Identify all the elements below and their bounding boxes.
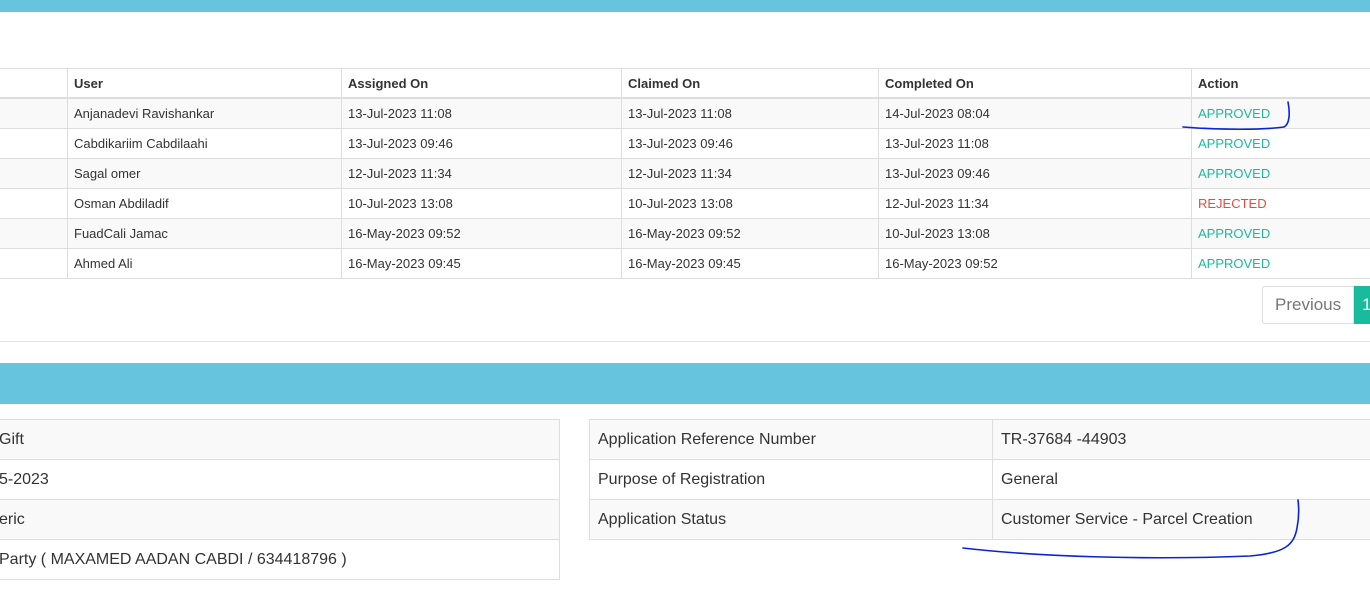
table-row: FuadCali Jamac 16-May-2023 09:52 16-May-… — [0, 219, 1370, 249]
column-header-action[interactable]: Action — [1191, 69, 1370, 97]
application-status-label: Application Status — [590, 500, 993, 539]
detail-value: eric — [0, 510, 25, 528]
completed-on-cell: 12-Jul-2023 11:34 — [878, 189, 1191, 218]
column-header-assigned-on[interactable]: Assigned On — [341, 69, 621, 97]
pagination: Previous 1 — [1262, 286, 1370, 324]
detail-row: Purpose of Registration General — [590, 460, 1370, 500]
action-status-cell: APPROVED — [1191, 159, 1370, 188]
page-button-current[interactable]: 1 — [1354, 286, 1370, 324]
application-reference-value: TR-37684 -44903 — [1001, 430, 1127, 448]
assigned-on-cell: 16-May-2023 09:45 — [341, 249, 621, 278]
application-status-value: Customer Service - Parcel Creation — [1001, 510, 1253, 528]
row-blank-cell — [0, 129, 67, 158]
detail-value: Gift — [0, 430, 24, 448]
user-cell: Cabdikariim Cabdilaahi — [67, 129, 341, 158]
action-status-cell: REJECTED — [1191, 189, 1370, 218]
table-header-row: User Assigned On Claimed On Completed On… — [0, 68, 1370, 99]
claimed-on-cell: 16-May-2023 09:52 — [621, 219, 878, 248]
completed-on-cell: 13-Jul-2023 11:08 — [878, 129, 1191, 158]
action-status-cell: APPROVED — [1191, 249, 1370, 278]
assigned-on-cell: 13-Jul-2023 11:08 — [341, 99, 621, 128]
row-blank-cell — [0, 189, 67, 218]
purpose-of-registration-label: Purpose of Registration — [590, 460, 993, 499]
claimed-on-cell: 16-May-2023 09:45 — [621, 249, 878, 278]
detail-row: eric — [0, 500, 559, 540]
table-row: Anjanadevi Ravishankar 13-Jul-2023 11:08… — [0, 99, 1370, 129]
assigned-on-cell: 10-Jul-2023 13:08 — [341, 189, 621, 218]
completed-on-cell: 13-Jul-2023 09:46 — [878, 159, 1191, 188]
row-blank-cell — [0, 249, 67, 278]
claimed-on-cell: 13-Jul-2023 11:08 — [621, 99, 878, 128]
assigned-on-cell: 16-May-2023 09:52 — [341, 219, 621, 248]
application-details-table: Application Reference Number TR-37684 -4… — [589, 419, 1370, 540]
top-header-band — [0, 0, 1370, 12]
column-header-blank — [0, 69, 67, 97]
row-blank-cell — [0, 99, 67, 128]
action-status-cell: APPROVED — [1191, 219, 1370, 248]
column-header-completed-on[interactable]: Completed On — [878, 69, 1191, 97]
action-status-cell: APPROVED — [1191, 129, 1370, 158]
section-divider — [0, 341, 1370, 342]
user-cell: FuadCali Jamac — [67, 219, 341, 248]
completed-on-cell: 10-Jul-2023 13:08 — [878, 219, 1191, 248]
row-blank-cell — [0, 159, 67, 188]
previous-page-button[interactable]: Previous — [1262, 286, 1355, 324]
details-section-header-band — [0, 363, 1370, 404]
application-reference-label: Application Reference Number — [590, 420, 993, 459]
user-cell: Sagal omer — [67, 159, 341, 188]
detail-row: Application Status Customer Service - Pa… — [590, 500, 1370, 540]
user-cell: Osman Abdiladif — [67, 189, 341, 218]
assigned-on-cell: 12-Jul-2023 11:34 — [341, 159, 621, 188]
claimed-on-cell: 12-Jul-2023 11:34 — [621, 159, 878, 188]
table-row: Sagal omer 12-Jul-2023 11:34 12-Jul-2023… — [0, 159, 1370, 189]
detail-row: 5-2023 — [0, 460, 559, 500]
row-blank-cell — [0, 219, 67, 248]
claimed-on-cell: 10-Jul-2023 13:08 — [621, 189, 878, 218]
column-header-user[interactable]: User — [67, 69, 341, 97]
assigned-on-cell: 13-Jul-2023 09:46 — [341, 129, 621, 158]
parcel-details-table: Gift 5-2023 eric Party ( MAXAMED AADAN C… — [0, 419, 560, 580]
table-row: Cabdikariim Cabdilaahi 13-Jul-2023 09:46… — [0, 129, 1370, 159]
detail-value: Party ( MAXAMED AADAN CABDI / 634418796 … — [0, 550, 347, 568]
user-cell: Ahmed Ali — [67, 249, 341, 278]
detail-row: Party ( MAXAMED AADAN CABDI / 634418796 … — [0, 540, 559, 580]
detail-value: 5-2023 — [0, 470, 49, 488]
action-status-cell: APPROVED — [1191, 99, 1370, 128]
user-cell: Anjanadevi Ravishankar — [67, 99, 341, 128]
table-row: Ahmed Ali 16-May-2023 09:45 16-May-2023 … — [0, 249, 1370, 279]
purpose-of-registration-value: General — [1001, 470, 1058, 488]
detail-row: Application Reference Number TR-37684 -4… — [590, 420, 1370, 460]
table-row: Osman Abdiladif 10-Jul-2023 13:08 10-Jul… — [0, 189, 1370, 219]
detail-row: Gift — [0, 420, 559, 460]
column-header-claimed-on[interactable]: Claimed On — [621, 69, 878, 97]
completed-on-cell: 14-Jul-2023 08:04 — [878, 99, 1191, 128]
completed-on-cell: 16-May-2023 09:52 — [878, 249, 1191, 278]
claimed-on-cell: 13-Jul-2023 09:46 — [621, 129, 878, 158]
